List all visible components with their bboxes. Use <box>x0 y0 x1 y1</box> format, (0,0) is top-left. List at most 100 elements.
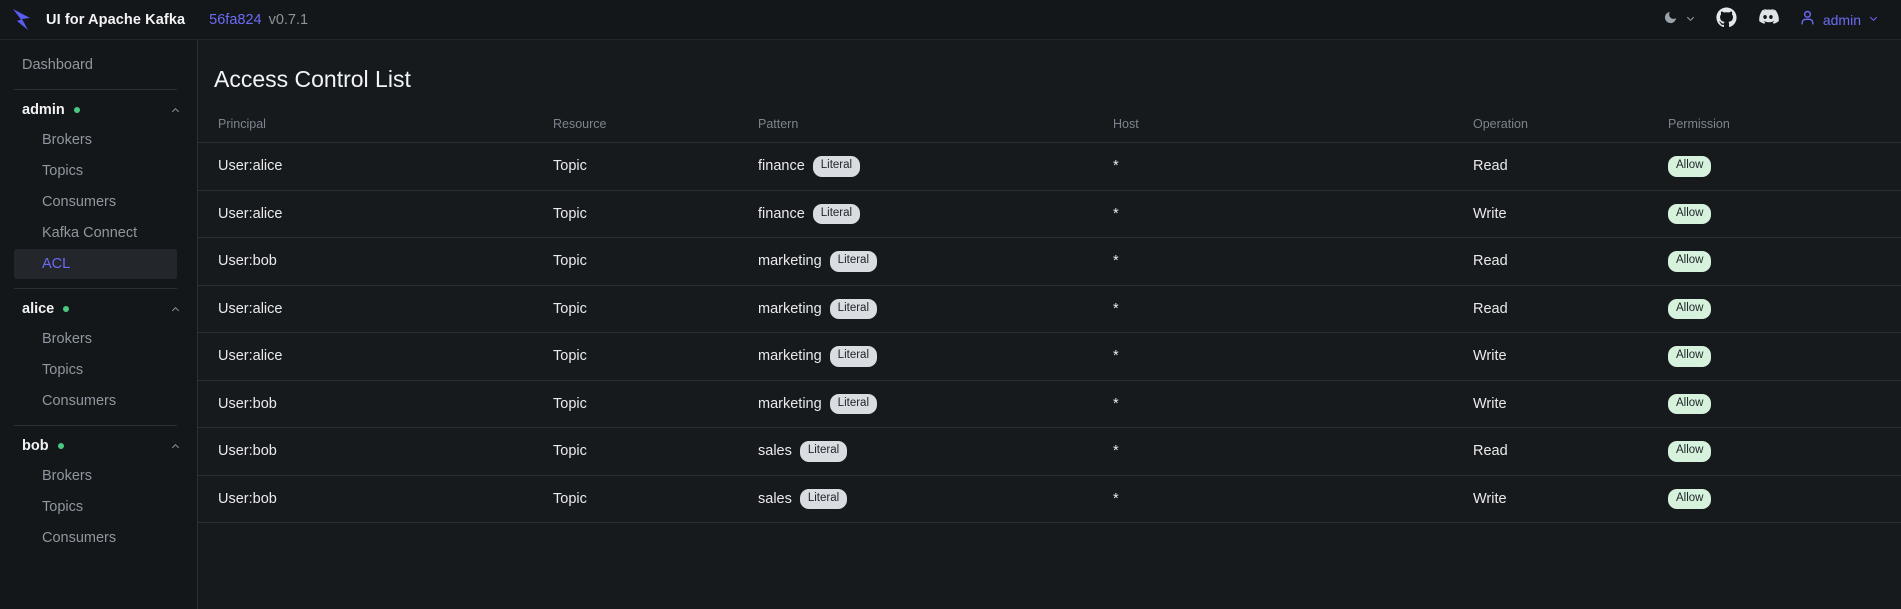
cell-principal: User:bob <box>198 380 553 428</box>
column-header-pattern: Pattern <box>758 117 1113 143</box>
kafka-arrow-logo-icon <box>8 6 36 34</box>
discord-link[interactable] <box>1757 6 1779 33</box>
pattern-name: sales <box>758 490 792 507</box>
cluster-status-dot <box>63 306 70 312</box>
cell-resource: Topic <box>553 142 758 191</box>
pattern-type-badge: Literal <box>829 298 877 319</box>
commit-hash: 56fa824 <box>209 11 262 28</box>
cell-resource: Topic <box>553 285 758 333</box>
sidebar-item-dashboard[interactable]: Dashboard <box>0 50 197 80</box>
table-header-row: Principal Resource Pattern Host Operatio… <box>198 117 1901 143</box>
pattern-type-badge: Literal <box>829 251 877 272</box>
user-icon <box>1799 9 1816 31</box>
sidebar-item-consumers[interactable]: Consumers <box>14 386 177 416</box>
chevron-up-icon[interactable] <box>170 304 181 315</box>
cell-host: * <box>1113 427 1473 476</box>
sidebar-divider <box>14 288 177 289</box>
page-title: Access Control List <box>214 66 411 92</box>
sidebar-cluster-admin[interactable]: admin <box>0 96 197 124</box>
cell-host: * <box>1113 332 1473 381</box>
chevron-up-icon[interactable] <box>170 105 181 116</box>
table-row[interactable]: User:alice Topic marketing Literal * Write All… <box>198 332 1901 381</box>
permission-badge: Allow <box>1668 441 1712 462</box>
cell-operation: Write <box>1473 332 1668 381</box>
column-header-host: Host <box>1113 117 1473 143</box>
theme-switcher[interactable] <box>1663 10 1696 30</box>
pattern-name: marketing <box>758 253 822 270</box>
permission-badge: Allow <box>1668 298 1712 319</box>
pattern-type-badge: Literal <box>829 346 877 367</box>
cell-pattern: sales Literal <box>758 427 1113 476</box>
sidebar: Dashboard admin Brokers Topics Consumers Kaf… <box>0 40 198 609</box>
cell-pattern: marketing Literal <box>758 285 1113 333</box>
cell-host: * <box>1113 285 1473 333</box>
cell-permission: Allow <box>1668 142 1901 191</box>
sidebar-item-brokers[interactable]: Brokers <box>14 461 177 491</box>
cell-operation: Read <box>1473 237 1668 286</box>
cell-resource: Topic <box>553 427 758 476</box>
github-link[interactable] <box>1716 6 1737 33</box>
top-bar-actions: admin <box>1663 6 1879 33</box>
cell-permission: Allow <box>1668 475 1901 523</box>
sidebar-item-topics[interactable]: Topics <box>14 492 177 522</box>
sidebar-item-consumers[interactable]: Consumers <box>14 187 177 217</box>
sidebar-item-acl[interactable]: ACL <box>14 249 177 279</box>
sidebar-item-topics[interactable]: Topics <box>14 156 177 186</box>
sidebar-item-brokers[interactable]: Brokers <box>14 324 177 354</box>
column-header-operation: Operation <box>1473 117 1668 143</box>
table-row[interactable]: User:bob Topic sales Literal * Read Allow <box>198 427 1901 476</box>
cell-resource: Topic <box>553 380 758 428</box>
sidebar-item-brokers[interactable]: Brokers <box>14 125 177 155</box>
pattern-name: marketing <box>758 300 822 317</box>
permission-badge: Allow <box>1668 251 1712 272</box>
brand[interactable]: UI for Apache Kafka <box>8 6 185 34</box>
cell-host: * <box>1113 475 1473 523</box>
sidebar-cluster-alice[interactable]: alice <box>0 295 197 323</box>
user-menu[interactable]: admin <box>1799 9 1879 31</box>
discord-icon <box>1757 6 1779 33</box>
table-row[interactable]: User:bob Topic marketing Literal * Read Allow <box>198 237 1901 286</box>
column-header-permission: Permission <box>1668 117 1901 143</box>
cell-operation: Write <box>1473 190 1668 238</box>
pattern-type-badge: Literal <box>799 488 848 509</box>
pattern-name: marketing <box>758 348 822 365</box>
table-row[interactable]: User:alice Topic marketing Literal * Read Allo… <box>198 285 1901 333</box>
pattern-name: finance <box>758 158 805 175</box>
chevron-up-icon[interactable] <box>170 441 181 452</box>
chevron-down-icon <box>1685 11 1696 29</box>
table-row[interactable]: User:bob Topic marketing Literal * Write Allow <box>198 380 1901 428</box>
table-row[interactable]: User:alice Topic finance Literal * Write Allow <box>198 190 1901 238</box>
pattern-type-badge: Literal <box>799 441 848 462</box>
top-bar: UI for Apache Kafka 56fa824 v0.7.1 admin <box>0 0 1901 40</box>
cell-host: * <box>1113 142 1473 191</box>
cell-operation: Write <box>1473 475 1668 523</box>
sidebar-divider <box>14 89 177 90</box>
version-info: 56fa824 v0.7.1 <box>209 12 308 28</box>
github-icon <box>1716 6 1737 33</box>
table-row[interactable]: User:alice Topic finance Literal * Read Allow <box>198 142 1901 191</box>
cluster-status-dot <box>57 443 64 449</box>
pattern-name: sales <box>758 443 792 460</box>
table-row[interactable]: User:bob Topic sales Literal * Write Allow <box>198 475 1901 523</box>
sidebar-cluster-bob[interactable]: bob <box>0 432 197 460</box>
cell-host: * <box>1113 190 1473 238</box>
cell-principal: User:alice <box>198 190 553 238</box>
sidebar-item-consumers[interactable]: Consumers <box>14 523 177 553</box>
sidebar-cluster-list: admin Brokers Topics Consumers Kafka Connect… <box>0 89 197 553</box>
cell-pattern: marketing Literal <box>758 237 1113 286</box>
cell-resource: Topic <box>553 475 758 523</box>
sidebar-divider <box>14 425 177 426</box>
cell-pattern: marketing Literal <box>758 380 1113 428</box>
cell-pattern: sales Literal <box>758 475 1113 523</box>
sidebar-item-kafka-connect[interactable]: Kafka Connect <box>14 218 177 248</box>
acl-table-body: User:alice Topic finance Literal * Read Allow U… <box>198 142 1901 523</box>
cell-permission: Allow <box>1668 427 1901 476</box>
cell-operation: Read <box>1473 142 1668 191</box>
cluster-status-dot <box>73 107 80 113</box>
pattern-type-badge: Literal <box>812 203 861 224</box>
user-name-label: admin <box>1822 11 1861 28</box>
sidebar-item-topics[interactable]: Topics <box>14 355 177 385</box>
main-content: Access Control List Principal Resource P… <box>198 40 1901 609</box>
cluster-name-label: alice <box>22 301 55 317</box>
cell-principal: User:alice <box>198 285 553 333</box>
